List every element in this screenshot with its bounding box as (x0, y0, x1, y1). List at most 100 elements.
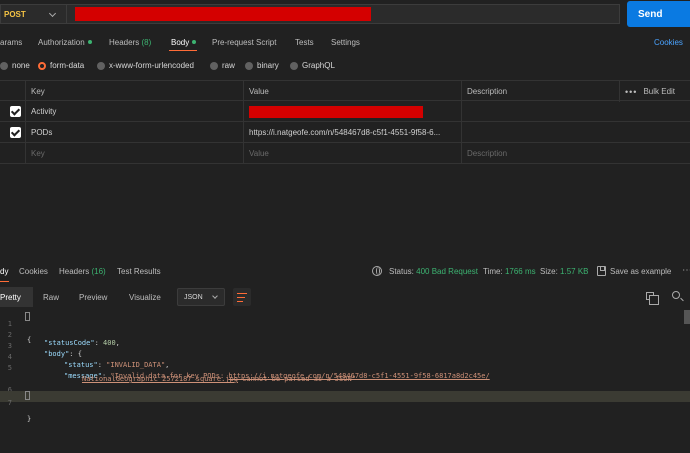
radio-icon (245, 61, 253, 70)
code-line: 6 } (0, 378, 690, 402)
url-input[interactable] (66, 4, 620, 24)
radio-icon (210, 61, 218, 70)
response-view-toolbar: Pretty Raw Preview Visualize JSON (0, 287, 690, 307)
bulk-edit-button[interactable]: ••• Bulk Edit (619, 81, 690, 102)
tab-pre-request-script[interactable]: Pre-request Script (212, 38, 276, 47)
request-tabs: arams Authorization Headers (8) Body Pre… (0, 34, 690, 52)
view-raw[interactable]: Raw (33, 287, 67, 307)
tab-body-label: Body (171, 38, 190, 47)
code-line: 4 "status": "INVALID_DATA", (0, 345, 690, 369)
body-type-urlencoded[interactable]: x-www-form-urlencoded (97, 61, 194, 70)
body-type-options: none form-data x-www-form-urlencoded raw… (0, 58, 690, 74)
column-description: Description (461, 81, 619, 102)
bulk-edit-label: Bulk Edit (643, 87, 676, 96)
row-enabled-checkbox[interactable] (10, 127, 21, 138)
redacted-url (75, 7, 371, 21)
row-description[interactable] (461, 101, 690, 122)
wrap-lines-icon[interactable] (233, 288, 251, 306)
row-key[interactable]: Activity (25, 101, 243, 122)
globe-icon[interactable] (372, 266, 382, 276)
tab-settings[interactable]: Settings (331, 38, 360, 47)
response-headers-count: (16) (91, 267, 106, 276)
format-select[interactable]: JSON (177, 288, 225, 306)
save-icon (597, 266, 606, 276)
response-body-editor[interactable]: 1 { 2 "statusCode": 400, 3 "body": { 4 "… (0, 310, 690, 453)
format-label: JSON (184, 293, 203, 301)
tab-authorization[interactable]: Authorization (38, 38, 92, 47)
row-description[interactable] (461, 122, 690, 143)
table-header: Key Value Description ••• Bulk Edit (0, 80, 690, 102)
body-type-raw[interactable]: raw (210, 61, 235, 70)
more-horizontal-icon: ••• (625, 86, 638, 97)
code-line: 1 { (0, 312, 690, 344)
size-info[interactable]: Size: 1.57 KB (540, 267, 589, 276)
cookies-link[interactable]: Cookies (654, 38, 683, 47)
chevron-down-icon (212, 293, 218, 299)
tab-headers-label: Headers (109, 38, 140, 47)
table-row: PODs https://i.natgeofe.com/n/548467d8-c… (0, 122, 690, 143)
body-type-graphql[interactable]: GraphQL (290, 61, 335, 70)
search-icon[interactable] (672, 291, 680, 299)
headers-count: (8) (141, 38, 152, 47)
response-header: dy Cookies Headers (16) Test Results Sta… (0, 262, 690, 282)
table-row: Activity (0, 101, 690, 122)
bracket-match-marker (25, 312, 30, 321)
tab-params[interactable]: arams (0, 38, 22, 47)
tab-authorization-label: Authorization (38, 38, 85, 47)
radio-label: binary (257, 61, 279, 70)
row-enabled-checkbox[interactable] (10, 106, 21, 117)
tab-body[interactable]: Body (171, 38, 197, 47)
body-type-binary[interactable]: binary (245, 61, 279, 70)
tab-response-headers[interactable]: Headers (16) (59, 267, 106, 276)
tab-response-cookies[interactable]: Cookies (19, 267, 48, 276)
method-select[interactable]: POST (0, 4, 66, 24)
status-dot-icon (87, 40, 92, 44)
time-label: Time: (483, 267, 503, 276)
send-button[interactable]: Send (627, 1, 690, 27)
radio-label: GraphQL (302, 61, 335, 70)
view-visualize[interactable]: Visualize (117, 287, 172, 307)
size-value: 1.57 KB (560, 267, 589, 276)
description-placeholder-input[interactable]: Description (461, 143, 690, 164)
body-type-form-data[interactable]: form-data (38, 61, 84, 70)
tab-headers[interactable]: Headers (8) (109, 38, 151, 47)
column-value: Value (243, 81, 461, 102)
code-line: 5 "message": "Invalid data for key PODs:… (0, 356, 690, 380)
chevron-down-icon (48, 9, 57, 18)
key-placeholder-input[interactable]: Key (25, 143, 243, 164)
value-placeholder-input[interactable]: Value (243, 143, 461, 164)
status-value: 400 Bad Request (416, 267, 478, 276)
method-label: POST (4, 9, 26, 19)
view-preview[interactable]: Preview (67, 287, 117, 307)
tab-response-headers-label: Headers (59, 267, 90, 276)
bracket-match-marker (25, 391, 30, 400)
row-value[interactable] (243, 101, 461, 122)
status-label: Status: (389, 267, 414, 276)
code-line: 3 "body": { (0, 334, 690, 358)
table-row-new: Key Value Description (0, 143, 690, 164)
tab-test-results[interactable]: Test Results (117, 267, 161, 276)
view-pretty[interactable]: Pretty (0, 287, 33, 307)
status-info[interactable]: Status: 400 Bad Request (389, 267, 478, 276)
active-tab-indicator (0, 281, 9, 282)
column-key: Key (25, 81, 243, 102)
row-key[interactable]: PODs (25, 122, 243, 143)
body-type-none[interactable]: none (0, 61, 30, 70)
row-value[interactable]: https://i.natgeofe.com/n/548467d8-c5f1-4… (243, 122, 461, 143)
code-line: 2 "statusCode": 400, (0, 323, 690, 347)
copy-icon[interactable] (646, 292, 659, 305)
tab-response-body[interactable]: dy (0, 267, 8, 276)
time-info[interactable]: Time: 1766 ms (483, 267, 536, 276)
status-dot-icon (192, 40, 197, 44)
view-mode-segmented: Pretty Raw Preview Visualize (0, 287, 172, 307)
tab-tests[interactable]: Tests (295, 38, 314, 47)
radio-icon (290, 61, 298, 70)
code-line-active: 7 } (0, 391, 690, 423)
more-options-icon[interactable]: ⋯ (682, 265, 690, 276)
radio-label: none (12, 61, 30, 70)
radio-label: raw (222, 61, 235, 70)
save-as-example-button[interactable]: Save as example (610, 267, 671, 276)
radio-label: form-data (50, 61, 85, 70)
code-text: } (27, 415, 32, 423)
radio-checked-icon (38, 61, 46, 70)
